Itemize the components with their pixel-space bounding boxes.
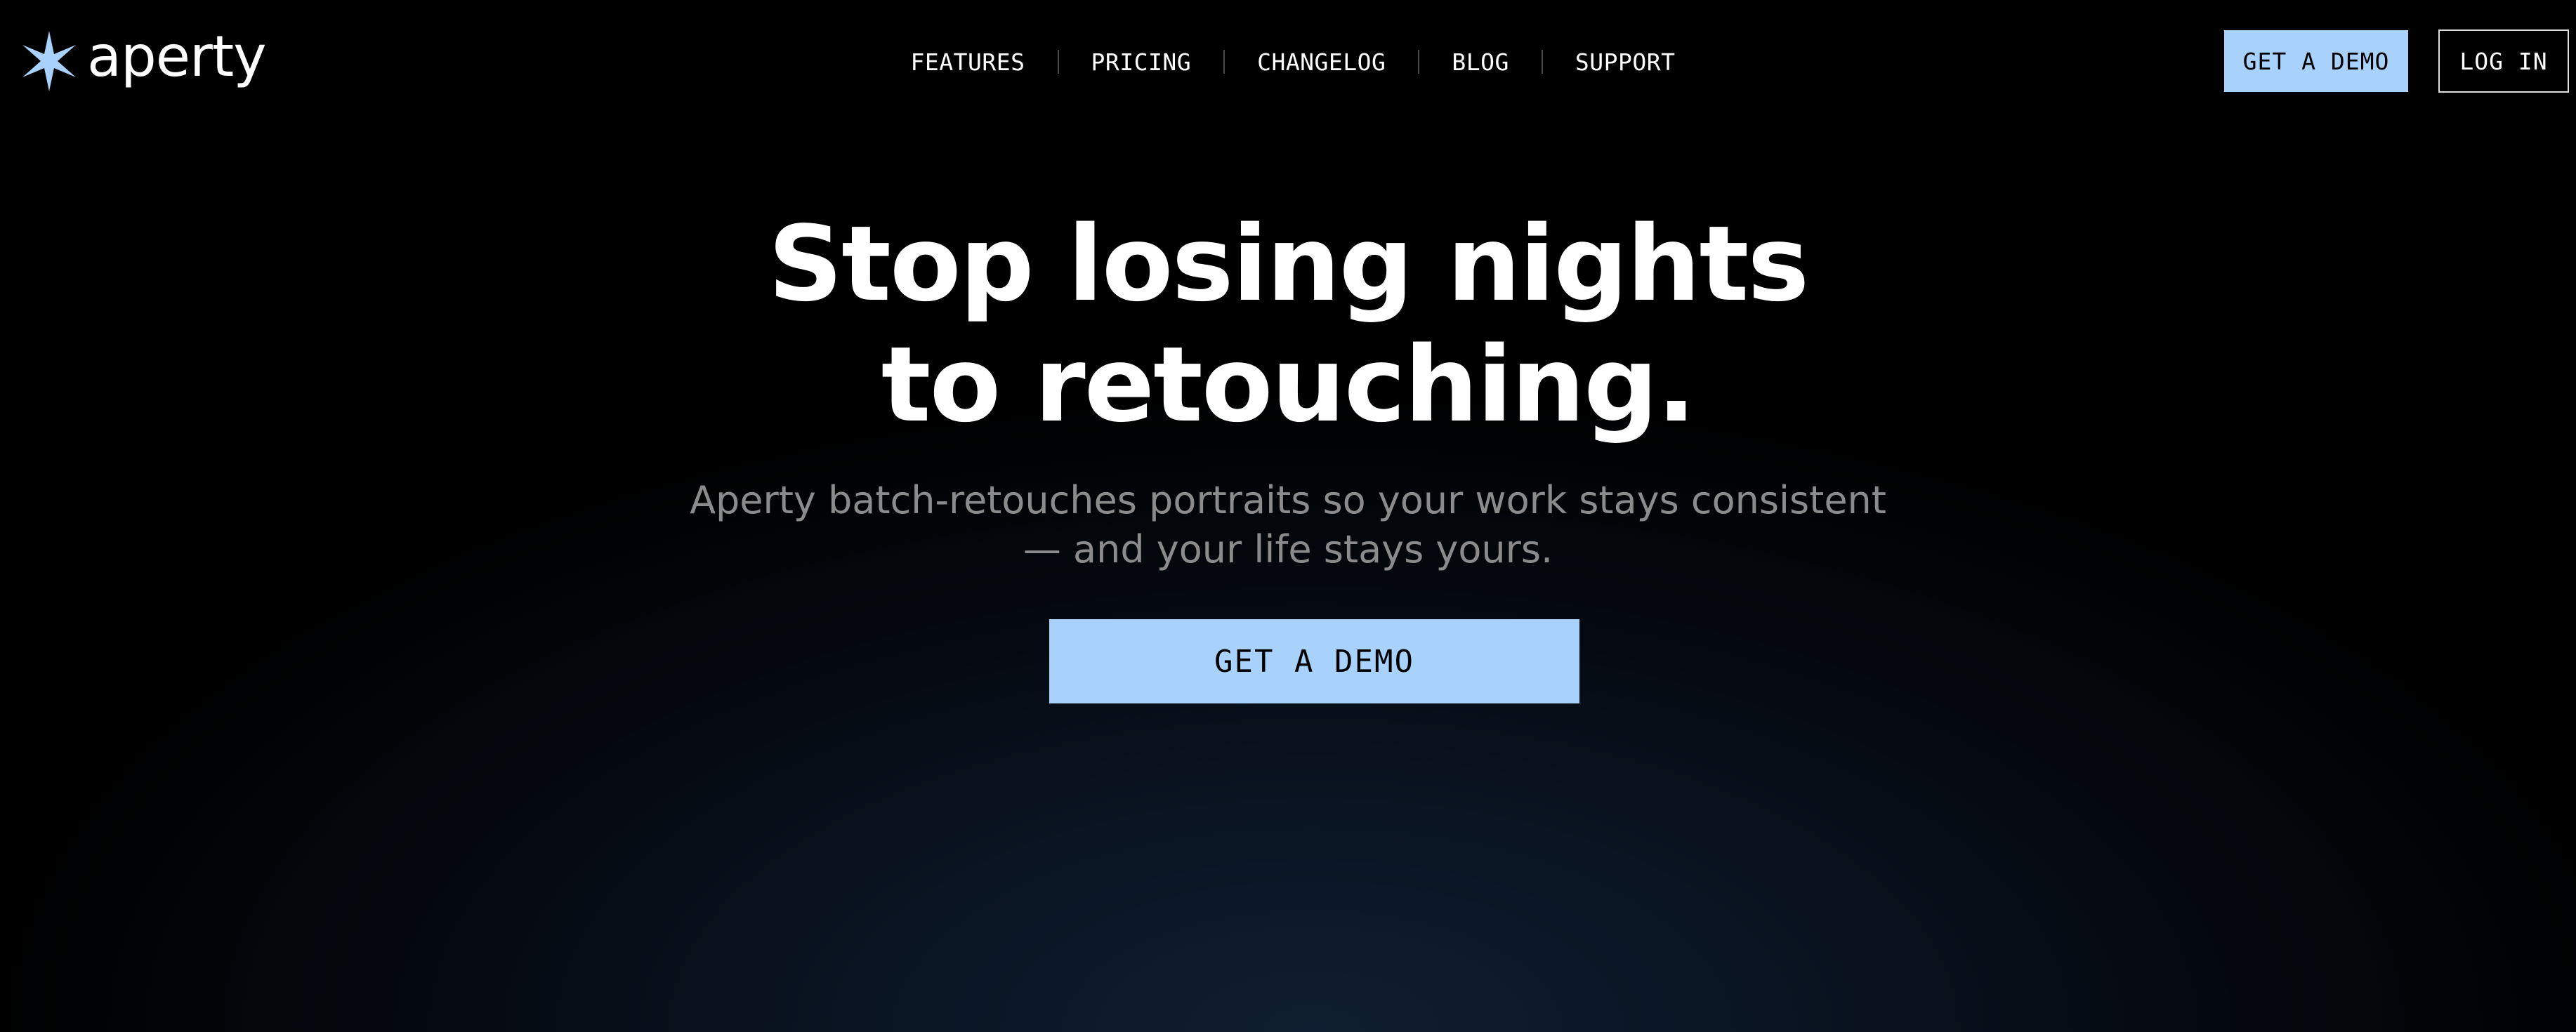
hero-headline: Stop losing nights to retouching. bbox=[0, 204, 2576, 445]
brand-logo-link[interactable]: aperty bbox=[21, 22, 267, 100]
hero-subheading-line-1: Aperty batch-retouches portraits so your… bbox=[690, 478, 1886, 522]
get-a-demo-button-header[interactable]: GET A DEMO bbox=[2224, 30, 2408, 92]
nav-divider bbox=[1223, 50, 1225, 74]
top-navigation-bar: aperty FEATURES PRICING CHANGELOG BLOG S… bbox=[0, 0, 2576, 124]
nav-link-changelog[interactable]: CHANGELOG bbox=[1257, 48, 1386, 76]
hero-subheading: Aperty batch-retouches portraits so your… bbox=[0, 476, 2576, 574]
hero-headline-line-1: Stop losing nights bbox=[768, 204, 1810, 324]
nav-divider bbox=[1057, 50, 1059, 74]
nav-divider bbox=[1418, 50, 1420, 74]
brand-name: aperty bbox=[87, 24, 267, 89]
hero-subheading-line-2: — and your life stays yours. bbox=[1023, 527, 1553, 571]
star-icon bbox=[22, 31, 76, 91]
hero-headline-line-2: to retouching. bbox=[881, 324, 1696, 445]
main-nav: FEATURES PRICING CHANGELOG BLOG SUPPORT bbox=[0, 0, 2576, 124]
nav-link-pricing[interactable]: PRICING bbox=[1091, 48, 1192, 76]
nav-link-support[interactable]: SUPPORT bbox=[1575, 48, 1676, 76]
nav-divider bbox=[1541, 50, 1543, 74]
nav-link-blog[interactable]: BLOG bbox=[1452, 48, 1509, 76]
nav-link-features[interactable]: FEATURES bbox=[911, 48, 1025, 76]
get-a-demo-button-hero[interactable]: GET A DEMO bbox=[1049, 619, 1579, 703]
log-in-button[interactable]: LOG IN bbox=[2438, 29, 2569, 93]
